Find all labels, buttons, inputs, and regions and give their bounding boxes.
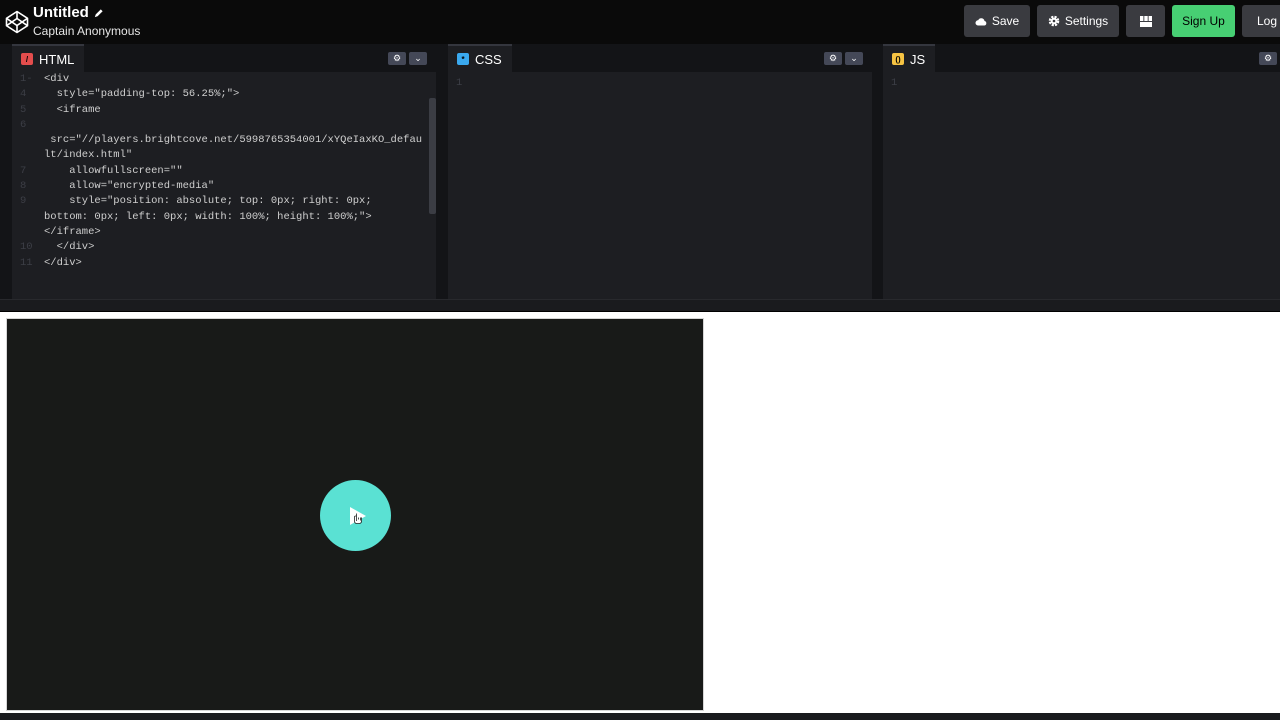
line-number: 8 [20, 180, 27, 193]
tab-js[interactable]: () JS [883, 44, 936, 72]
code-text: style="position: absolute; top: 0px; rig… [44, 195, 372, 208]
html-collapse-button[interactable]: ⌄ [409, 52, 427, 65]
js-pane-header: () JS ⚙ [883, 44, 1280, 72]
pen-title[interactable]: Untitled [33, 4, 140, 22]
line-number: 1 [456, 77, 463, 89]
tab-css[interactable]: * CSS [448, 44, 512, 72]
code-text: allow="encrypted-media" [44, 180, 215, 193]
code-line[interactable]: src="//players.brightcove.net/5998765354… [12, 133, 436, 148]
css-collapse-button[interactable]: ⌄ [845, 52, 863, 65]
line-number: 1- [20, 73, 33, 85]
layout-grid-icon [1139, 15, 1152, 27]
pencil-icon[interactable] [93, 8, 104, 19]
code-line[interactable]: 6 [12, 118, 436, 133]
code-text: bottom: 0px; left: 0px; width: 100%; hei… [44, 210, 372, 223]
tab-html-label: HTML [39, 51, 75, 67]
code-line[interactable]: 5 <iframe [12, 103, 436, 118]
result-preview [0, 312, 1280, 720]
code-line[interactable]: 1 [448, 76, 872, 91]
css-pane-header: * CSS ⚙ ⌄ [448, 44, 872, 72]
html-pane-header: / HTML ⚙ ⌄ [12, 44, 436, 72]
css-settings-button[interactable]: ⚙ [824, 52, 842, 65]
code-text: </div> [44, 241, 95, 254]
code-line[interactable]: 10 </div> [12, 240, 436, 255]
pen-title-text[interactable]: Untitled [33, 4, 89, 22]
line-number: 7 [20, 164, 27, 177]
js-editor-pane: () JS ⚙ 1 [883, 44, 1280, 299]
code-line[interactable]: </iframe> [12, 225, 436, 240]
js-icon: () [892, 53, 904, 65]
css-icon: * [457, 53, 469, 65]
tab-html[interactable]: / HTML [12, 44, 85, 72]
line-number: 11 [20, 256, 33, 269]
code-line[interactable]: 11 </div> [12, 256, 436, 271]
play-button[interactable] [320, 480, 391, 551]
settings-button[interactable]: Settings [1037, 5, 1119, 37]
play-icon [349, 506, 366, 525]
codepen-logo-icon[interactable] [5, 10, 29, 34]
sign-up-button[interactable]: Sign Up [1172, 5, 1235, 37]
js-settings-button[interactable]: ⚙ [1259, 52, 1277, 65]
result-resize-handle[interactable] [0, 299, 1280, 311]
tab-js-label: JS [910, 51, 926, 67]
line-number: 6 [20, 118, 27, 131]
pen-info: Untitled Captain Anonymous [33, 4, 140, 39]
html-editor-scrollbar[interactable] [429, 98, 436, 214]
html-settings-button[interactable]: ⚙ [388, 52, 406, 65]
code-text: <iframe [44, 103, 101, 116]
pen-author[interactable]: Captain Anonymous [33, 23, 140, 39]
bottom-toolbar [0, 713, 1280, 720]
change-view-button[interactable] [1126, 5, 1165, 37]
code-text: src="//players.brightcove.net/5998765354… [44, 134, 423, 147]
settings-label: Settings [1064, 14, 1109, 28]
log-in-button[interactable]: Log I [1242, 5, 1280, 37]
code-text: <div [44, 73, 70, 85]
line-number: 10 [20, 241, 33, 254]
html-code-editor[interactable]: 1- <div 4 style="padding-top: 56.25%;"> 5 <… [12, 72, 436, 299]
save-button[interactable]: Save [964, 5, 1030, 37]
code-line[interactable]: 1 [883, 76, 1280, 91]
code-line[interactable]: 4 style="padding-top: 56.25%;"> [12, 87, 436, 102]
line-number: 9 [20, 195, 27, 208]
code-line[interactable]: 8 allow="encrypted-media" [12, 179, 436, 194]
gear-icon [1048, 15, 1060, 27]
save-label: Save [991, 14, 1020, 28]
code-text: </div> [44, 256, 82, 269]
tab-css-label: CSS [475, 51, 502, 67]
editor-area: / HTML ⚙ ⌄ 1- <div 4 style="padding-top: 5… [0, 44, 1280, 299]
js-code-editor[interactable]: 1 [883, 72, 1280, 299]
code-line[interactable]: bottom: 0px; left: 0px; width: 100%; hei… [12, 210, 436, 225]
html-icon: / [21, 53, 33, 65]
code-line[interactable]: 9 style="position: absolute; top: 0px; r… [12, 194, 436, 209]
top-bar: Untitled Captain Anonymous Save Settings… [0, 0, 1280, 44]
css-editor-pane: * CSS ⚙ ⌄ 1 [448, 44, 872, 299]
cloud-icon [975, 17, 987, 25]
line-number: 4 [20, 88, 27, 101]
line-number: 1 [891, 77, 898, 89]
css-code-editor[interactable]: 1 [448, 72, 872, 299]
code-text: style="padding-top: 56.25%;"> [44, 88, 240, 101]
code-line[interactable]: 7 allowfullscreen="" [12, 164, 436, 179]
html-editor-pane: / HTML ⚙ ⌄ 1- <div 4 style="padding-top: 5… [12, 44, 436, 299]
code-line[interactable]: lt/index.html" [12, 148, 436, 163]
video-player[interactable] [6, 318, 704, 711]
code-text: lt/index.html" [44, 149, 133, 162]
code-text: </iframe> [44, 225, 101, 238]
code-text: allowfullscreen="" [44, 164, 183, 177]
code-line[interactable]: 1- <div [12, 72, 436, 87]
line-number: 5 [20, 103, 27, 116]
